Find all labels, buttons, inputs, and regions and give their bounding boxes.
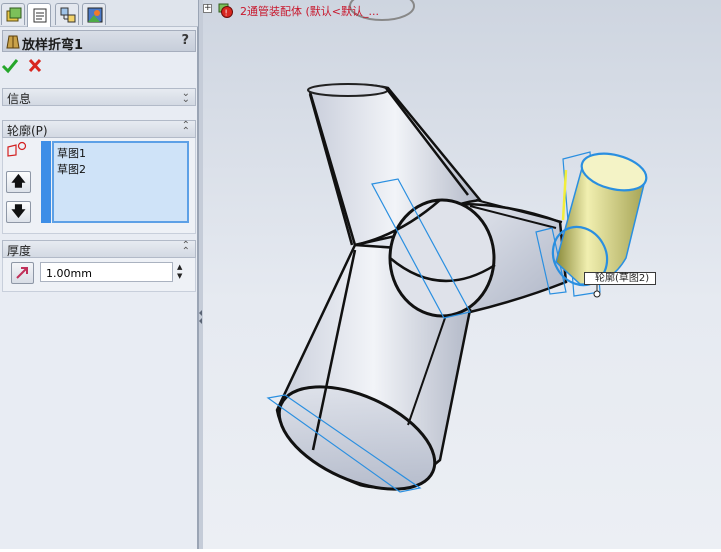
display-manager-icon — [87, 7, 103, 23]
list-item[interactable]: 草图1 — [57, 145, 86, 161]
thickness-group-label: 厚度 — [7, 244, 32, 258]
upper-branch-end — [307, 83, 389, 97]
spin-down-icon[interactable]: ▼ — [177, 272, 182, 280]
info-group-label: 信息 — [7, 92, 32, 106]
thickness-group-header[interactable]: 厚度 ⌃ ⌃ — [2, 240, 196, 258]
ok-check-icon[interactable] — [1, 57, 19, 74]
thickness-field[interactable] — [40, 262, 173, 282]
feature-tree-icon — [6, 7, 22, 22]
chevron-down-icon[interactable]: ⌄ ⌄ — [182, 89, 190, 105]
configuration-manager-icon — [60, 7, 76, 23]
info-group-header[interactable]: 信息 ⌄ ⌄ — [2, 88, 196, 106]
selection-focus-bar — [41, 141, 51, 223]
propertymanager-tab[interactable] — [27, 3, 51, 27]
spin-up-icon[interactable]: ▲ — [177, 263, 182, 271]
thickness-icon — [11, 262, 34, 284]
profiles-group-header[interactable]: 轮廓(P) ⌃ ⌃ — [2, 120, 196, 138]
profile-sketch-icon — [7, 141, 27, 157]
featuremanager-tab[interactable] — [1, 3, 25, 25]
callout-anchor-point[interactable] — [593, 290, 601, 298]
move-down-button[interactable]: 🡇 — [6, 201, 31, 223]
assembly-rebuild-icon[interactable]: ! — [217, 1, 235, 19]
list-item[interactable]: 草图2 — [57, 161, 86, 177]
junction-profile — [388, 198, 496, 318]
chevron-up-icon[interactable]: ⌃ ⌃ — [182, 241, 190, 257]
manager-tab-strip — [0, 0, 198, 27]
selected-edge[interactable] — [561, 169, 568, 221]
move-up-button[interactable]: 🡅 — [6, 171, 31, 193]
lofted-bend-icon — [6, 35, 20, 49]
profiles-selection-box[interactable]: 草图1 草图2 — [52, 141, 189, 223]
property-manager-title-bar: 放样折弯1 ? — [2, 30, 196, 53]
assembly-tree-label[interactable]: 2通管装配体 (默认<默认_... — [240, 3, 379, 19]
chevron-up-icon[interactable]: ⌃ ⌃ — [182, 121, 190, 137]
display-manager-tab[interactable] — [82, 3, 106, 25]
svg-text:!: ! — [225, 9, 228, 18]
cancel-x-icon[interactable] — [27, 57, 43, 74]
configurationmanager-tab[interactable] — [55, 3, 79, 25]
property-manager-icon — [33, 8, 47, 23]
profile-callout[interactable]: 轮廓(草图2) — [584, 272, 657, 285]
feature-title: 放样折弯1 — [22, 38, 84, 53]
tree-expand-icon[interactable]: + — [203, 4, 212, 13]
help-button[interactable]: ? — [181, 33, 189, 48]
property-manager-panel: 放样折弯1 ? 信息 ⌄ ⌄ 轮廓(P) ⌃ ⌃ 🡅 🡇 草图1 草图2 厚度 ⌃ ⌃ — [0, 0, 198, 549]
profiles-group-label: 轮廓(P) — [7, 124, 48, 138]
thickness-spinner[interactable]: ▲ ▼ — [174, 262, 188, 282]
